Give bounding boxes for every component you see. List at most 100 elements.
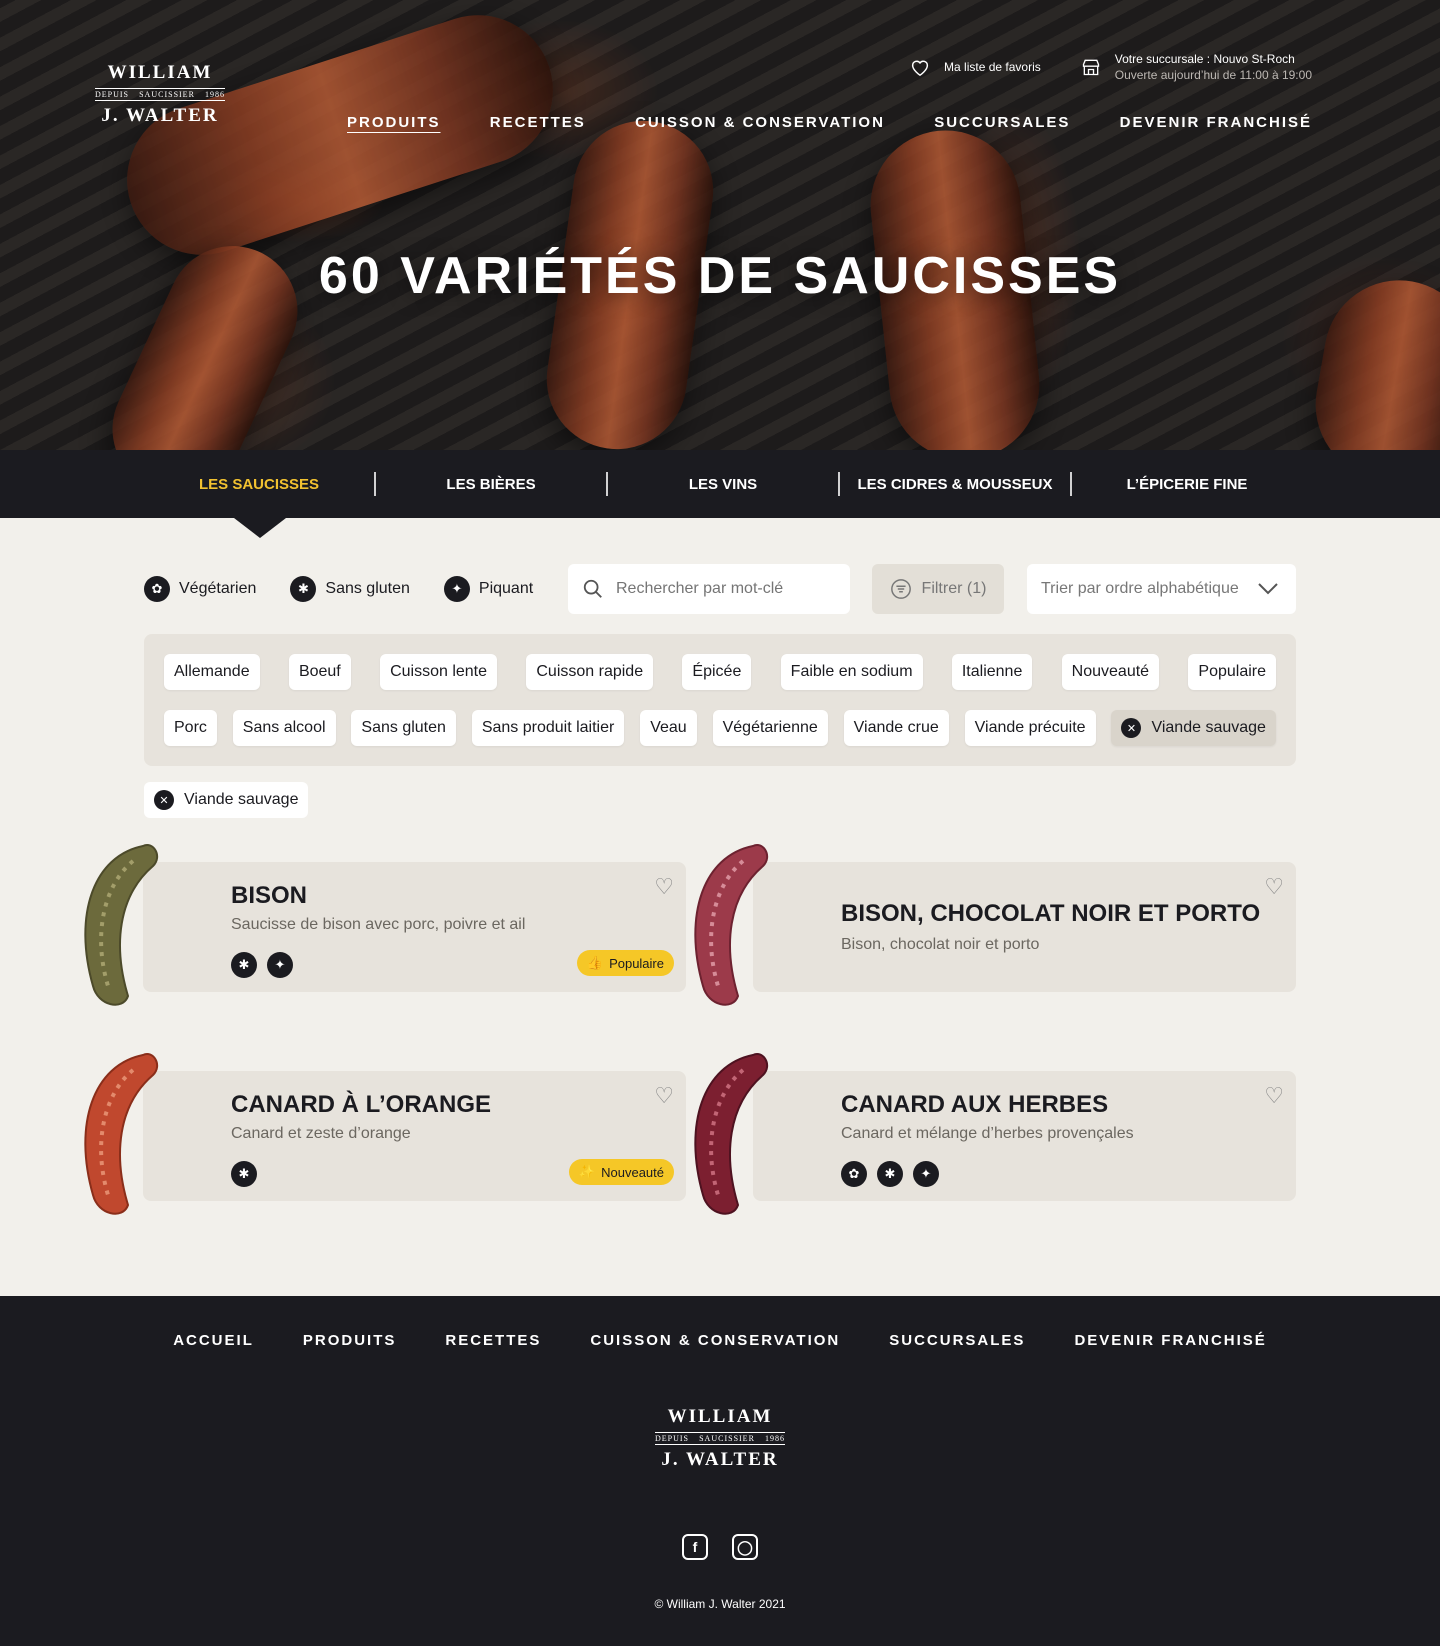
social-links: f ◯ — [682, 1534, 758, 1560]
footer-logo[interactable]: WILLIAM DEPUIS SAUCISSIER 1986 J. WALTER — [655, 1406, 785, 1496]
tab-saucisses[interactable]: LES SAUCISSES — [144, 476, 374, 493]
nav-cuisson[interactable]: CUISSON & CONSERVATION — [635, 114, 885, 131]
tag-row: Porc Sans alcool Sans gluten Sans produi… — [164, 710, 1276, 746]
tag-veau[interactable]: Veau — [640, 710, 697, 746]
nav-produits[interactable]: PRODUITS — [347, 114, 441, 131]
tab-vins[interactable]: LES VINS — [608, 476, 838, 493]
heart-icon[interactable]: ♡ — [1264, 874, 1284, 900]
product-description: Bison, chocolat noir et porto — [841, 936, 1040, 953]
search-icon — [583, 579, 602, 598]
product-description: Saucisse de bison avec porc, poivre et a… — [231, 916, 526, 933]
sausage-image — [694, 844, 769, 1006]
footer-nav-produits[interactable]: PRODUITS — [303, 1332, 397, 1349]
footer-nav-recettes[interactable]: RECETTES — [445, 1332, 541, 1349]
product-title: CANARD À L’ORANGE — [231, 1091, 492, 1118]
tag-allemande[interactable]: Allemande — [164, 654, 260, 690]
logo-right-text: 1986 — [205, 90, 225, 99]
pepper-icon: ✦ — [267, 952, 293, 978]
tab-bieres[interactable]: LES BIÈRES — [376, 476, 606, 493]
product-card[interactable]: CANARD AUX HERBES Canard et mélange d’he… — [694, 1053, 1296, 1215]
footer-nav-succursales[interactable]: SUCCURSALES — [889, 1332, 1025, 1349]
footer-nav-accueil[interactable]: ACCUEIL — [173, 1332, 254, 1349]
close-icon[interactable]: ✕ — [154, 790, 174, 810]
tag-cuisson-lente[interactable]: Cuisson lente — [380, 654, 498, 690]
tag-italienne[interactable]: Italienne — [951, 654, 1033, 690]
product-card[interactable]: BISON, CHOCOLAT NOIR ET PORTO Bison, cho… — [694, 844, 1296, 1006]
pepper-icon: ✦ — [913, 1161, 939, 1187]
category-bar: LES SAUCISSES LES BIÈRES LES VINS LES CI… — [0, 450, 1440, 538]
tag-epicee[interactable]: Épicée — [682, 654, 752, 690]
hero-banner: WILLIAM DEPUIS SAUCISSIER 1986 J. WALTER… — [0, 0, 1440, 450]
tag-faible-sodium[interactable]: Faible en sodium — [780, 654, 923, 690]
logo-bottom-text: J. WALTER — [661, 1449, 779, 1470]
facebook-icon[interactable]: f — [682, 1534, 708, 1560]
nav-recettes[interactable]: RECETTES — [490, 114, 586, 131]
tag-viande-sauvage[interactable]: ✕ Viande sauvage — [1111, 710, 1276, 746]
tag-boeuf[interactable]: Boeuf — [288, 654, 351, 690]
sort-select[interactable]: Trier par ordre alphabétique — [1027, 564, 1296, 614]
copyright: © William J. Walter 2021 — [654, 1597, 786, 1611]
footer-nav-franchise[interactable]: DEVENIR FRANCHISÉ — [1074, 1332, 1266, 1349]
tag-sans-gluten[interactable]: Sans gluten — [351, 710, 456, 746]
heart-icon[interactable]: ♡ — [654, 874, 674, 900]
tag-sans-produit-laitier[interactable]: Sans produit laitier — [471, 710, 625, 746]
active-filter-chip[interactable]: ✕ Viande sauvage — [144, 782, 309, 818]
branch-selector[interactable]: Votre succursale : Nouvo St-Roch Ouverte… — [1081, 52, 1312, 82]
tab-cidres[interactable]: LES CIDRES & MOUSSEUX — [840, 476, 1070, 493]
toggle-vegetarien[interactable]: ✿ Végétarien — [144, 576, 256, 602]
search-input[interactable] — [616, 580, 816, 598]
sausage-image — [694, 1053, 769, 1215]
tag-sans-alcool[interactable]: Sans alcool — [232, 710, 336, 746]
heart-icon[interactable]: ♡ — [1264, 1083, 1284, 1109]
logo-mid-text: SAUCISSIER — [139, 90, 195, 99]
product-title: BISON, CHOCOLAT NOIR ET PORTO — [841, 900, 1261, 927]
logo-mid-text: SAUCISSIER — [699, 1434, 755, 1443]
logo-left-text: DEPUIS — [95, 90, 130, 99]
favorites-label: Ma liste de favoris — [944, 60, 1041, 74]
leaf-icon: ✿ — [841, 1161, 867, 1187]
footer: ACCUEIL PRODUITS RECETTES CUISSON & CONS… — [0, 1296, 1440, 1646]
tag-viande-precuite[interactable]: Viande précuite — [964, 710, 1096, 746]
wheat-icon: ✱ — [877, 1161, 903, 1187]
tag-nouveaute[interactable]: Nouveauté — [1061, 654, 1160, 690]
tag-vegetarienne[interactable]: Végétarienne — [712, 710, 828, 746]
nav-succursales[interactable]: SUCCURSALES — [934, 114, 1070, 131]
badge-label: Populaire — [609, 955, 664, 971]
leaf-icon: ✿ — [144, 576, 170, 602]
badge-label: Nouveauté — [601, 1164, 664, 1180]
heart-icon[interactable]: ♡ — [654, 1083, 674, 1109]
active-filter-label: Viande sauvage — [184, 791, 299, 808]
tag-populaire[interactable]: Populaire — [1188, 654, 1276, 690]
footer-nav-cuisson[interactable]: CUISSON & CONSERVATION — [590, 1332, 840, 1349]
tag-label: Viande sauvage — [1151, 719, 1266, 736]
instagram-icon[interactable]: ◯ — [732, 1534, 758, 1560]
sparkle-icon: ✨ — [578, 1164, 596, 1179]
tab-epicerie[interactable]: L’ÉPICERIE FINE — [1072, 476, 1302, 493]
status-badge: ✨ Nouveauté — [568, 1159, 674, 1185]
product-title: BISON — [231, 882, 308, 909]
search-field[interactable] — [568, 564, 850, 614]
product-card[interactable]: BISON Saucisse de bison avec porc, poivr… — [84, 844, 686, 1006]
nav-franchise[interactable]: DEVENIR FRANCHISÉ — [1120, 114, 1312, 131]
toggle-sans-gluten[interactable]: ✱ Sans gluten — [290, 576, 410, 602]
product-description: Canard et mélange d’herbes provençales — [841, 1125, 1134, 1142]
filter-button[interactable]: Filtrer (1) — [872, 564, 1004, 614]
product-attributes: ✿ ✱ ✦ — [841, 1161, 939, 1187]
brand-logo[interactable]: WILLIAM DEPUIS SAUCISSIER 1986 J. WALTER — [95, 62, 225, 152]
tags-panel: Allemande Boeuf Cuisson lente Cuisson ra… — [144, 634, 1296, 766]
store-icon — [1082, 59, 1099, 76]
logo-top-text: WILLIAM — [667, 1406, 773, 1427]
filter-icon — [890, 579, 911, 599]
sausage-image — [84, 844, 159, 1006]
tag-viande-crue[interactable]: Viande crue — [843, 710, 949, 746]
tag-porc[interactable]: Porc — [164, 710, 217, 746]
toggle-piquant[interactable]: ✦ Piquant — [443, 576, 533, 602]
logo-bottom-text: J. WALTER — [101, 105, 219, 126]
favorites-link[interactable]: Ma liste de favoris — [910, 52, 1041, 82]
pepper-icon: ✦ — [443, 576, 470, 602]
sort-selected-value: Trier par ordre alphabétique — [1041, 580, 1239, 597]
tag-cuisson-rapide[interactable]: Cuisson rapide — [526, 654, 654, 690]
branch-label: Votre succursale : Nouvo St-Roch — [1114, 52, 1295, 66]
wheat-icon: ✱ — [231, 952, 257, 978]
product-card[interactable]: CANARD À L’ORANGE Canard et zeste d’oran… — [84, 1053, 686, 1215]
